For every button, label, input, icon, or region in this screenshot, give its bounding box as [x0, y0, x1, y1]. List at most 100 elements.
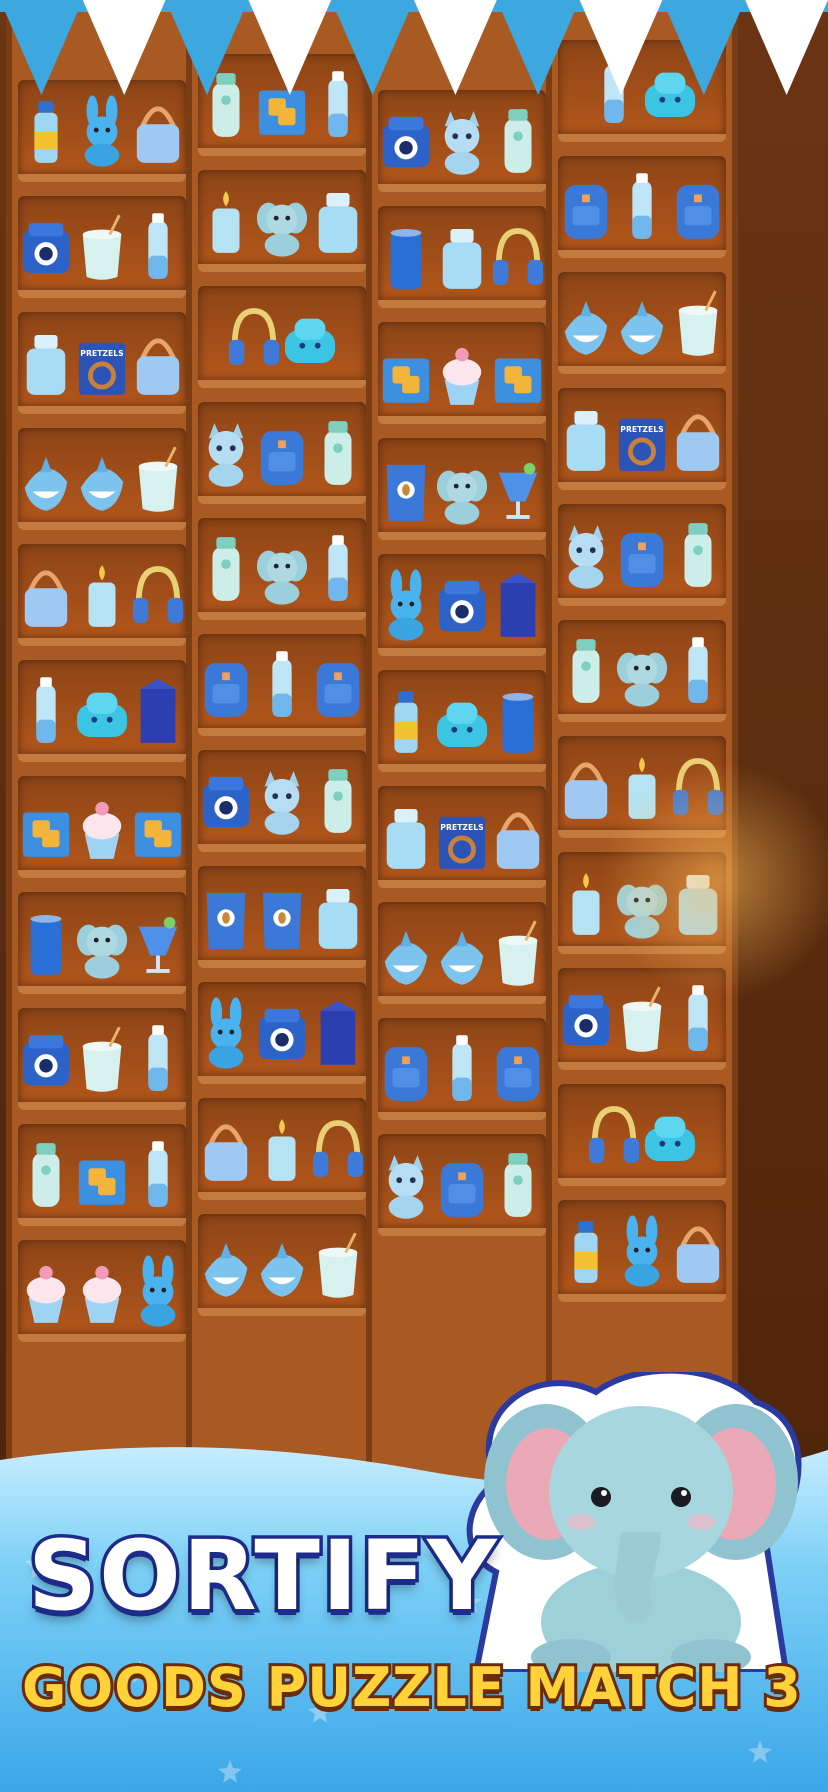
shelf-slot[interactable]: [378, 1134, 546, 1236]
shelf-slot[interactable]: [198, 866, 366, 968]
shelf-slot[interactable]: [378, 902, 546, 1004]
drink-glass-icon[interactable]: [491, 452, 545, 526]
shelf-slot[interactable]: [198, 402, 366, 504]
candle-icon[interactable]: [75, 558, 129, 632]
headphones-icon[interactable]: [311, 1112, 365, 1186]
water-bottle-icon[interactable]: [671, 634, 725, 708]
shelf-slot[interactable]: [18, 1240, 186, 1342]
shelf-slot[interactable]: [558, 272, 726, 374]
water-bottle-icon[interactable]: [615, 170, 669, 244]
shelf-slot[interactable]: [18, 1124, 186, 1226]
water-bottle-icon[interactable]: [131, 1022, 185, 1096]
shelf-slot[interactable]: [198, 1098, 366, 1200]
shelf-slot[interactable]: [18, 1008, 186, 1110]
bottle-icon[interactable]: [379, 684, 433, 758]
milk-icon[interactable]: [75, 1022, 129, 1096]
cat-icon[interactable]: [255, 764, 309, 838]
shelf-slot[interactable]: PRETZELS: [18, 312, 186, 414]
shark-icon[interactable]: [75, 442, 129, 516]
milk-icon[interactable]: [131, 442, 185, 516]
water-bottle-icon[interactable]: [255, 648, 309, 722]
shelf-slot[interactable]: [18, 544, 186, 646]
elephant-icon[interactable]: [435, 452, 489, 526]
jar-icon[interactable]: [311, 184, 365, 258]
shelf-slot[interactable]: [198, 750, 366, 852]
headphones-icon[interactable]: [227, 300, 281, 374]
carton-icon[interactable]: [311, 996, 365, 1070]
thermos-icon[interactable]: [559, 634, 613, 708]
shelf-slot[interactable]: [558, 156, 726, 258]
shark-icon[interactable]: [199, 1228, 253, 1302]
headphones-icon[interactable]: [131, 558, 185, 632]
milk-icon[interactable]: [615, 982, 669, 1056]
pretzels-icon[interactable]: PRETZELS: [435, 800, 489, 874]
jar-icon[interactable]: [379, 800, 433, 874]
shelf-slot[interactable]: PRETZELS: [558, 388, 726, 490]
camera-icon[interactable]: [19, 210, 73, 284]
shark-icon[interactable]: [19, 442, 73, 516]
camera-icon[interactable]: [255, 996, 309, 1070]
crackers-icon[interactable]: [75, 1138, 129, 1212]
shelf-slot[interactable]: [558, 504, 726, 606]
water-bottle-icon[interactable]: [311, 532, 365, 606]
shelf-slot[interactable]: [18, 196, 186, 298]
camera-icon[interactable]: [559, 982, 613, 1056]
camera-icon[interactable]: [199, 764, 253, 838]
can-icon[interactable]: [19, 906, 73, 980]
coffee-bag-icon[interactable]: [379, 452, 433, 526]
handbag-icon[interactable]: [19, 558, 73, 632]
camera-icon[interactable]: [19, 1022, 73, 1096]
shark-icon[interactable]: [615, 286, 669, 360]
jar-icon[interactable]: [435, 220, 489, 294]
elephant-icon[interactable]: [255, 184, 309, 258]
jar-icon[interactable]: [559, 402, 613, 476]
shelf-slot[interactable]: [198, 286, 366, 388]
candle-icon[interactable]: [199, 184, 253, 258]
water-bottle-icon[interactable]: [19, 674, 73, 748]
handbag-icon[interactable]: [671, 402, 725, 476]
backpack-icon[interactable]: [199, 648, 253, 722]
shelf-slot[interactable]: [378, 322, 546, 424]
shelf-slot[interactable]: [198, 982, 366, 1084]
shelf-slot[interactable]: [18, 428, 186, 530]
shelf-slot[interactable]: PRETZELS: [378, 786, 546, 888]
camera-icon[interactable]: [435, 568, 489, 642]
car-icon[interactable]: [643, 1098, 697, 1172]
handbag-icon[interactable]: [491, 800, 545, 874]
elephant-icon[interactable]: [255, 532, 309, 606]
bunny-icon[interactable]: [199, 996, 253, 1070]
backpack-icon[interactable]: [559, 170, 613, 244]
backpack-icon[interactable]: [491, 1032, 545, 1106]
ice-cream-icon[interactable]: [75, 790, 129, 864]
bunny-icon[interactable]: [75, 94, 129, 168]
jar-icon[interactable]: [311, 880, 365, 954]
thermos-icon[interactable]: [19, 1138, 73, 1212]
car-icon[interactable]: [435, 684, 489, 758]
bunny-icon[interactable]: [615, 1214, 669, 1288]
handbag-icon[interactable]: [131, 94, 185, 168]
pretzels-icon[interactable]: PRETZELS: [615, 402, 669, 476]
shelf-slot[interactable]: [558, 1084, 726, 1186]
elephant-icon[interactable]: [615, 634, 669, 708]
shelf-slot[interactable]: [198, 518, 366, 620]
crackers-icon[interactable]: [131, 790, 185, 864]
milk-icon[interactable]: [491, 916, 545, 990]
coffee-bag-icon[interactable]: [199, 880, 253, 954]
shelf-slot[interactable]: [378, 1018, 546, 1120]
handbag-icon[interactable]: [559, 750, 613, 824]
thermos-icon[interactable]: [311, 764, 365, 838]
carton-icon[interactable]: [131, 674, 185, 748]
backpack-icon[interactable]: [435, 1148, 489, 1222]
ice-cream-icon[interactable]: [19, 1254, 73, 1328]
shark-icon[interactable]: [379, 916, 433, 990]
candle-icon[interactable]: [255, 1112, 309, 1186]
milk-icon[interactable]: [75, 210, 129, 284]
shelf-slot[interactable]: [198, 170, 366, 272]
water-bottle-icon[interactable]: [435, 1032, 489, 1106]
shark-icon[interactable]: [255, 1228, 309, 1302]
handbag-icon[interactable]: [671, 1214, 725, 1288]
backpack-icon[interactable]: [615, 518, 669, 592]
ice-cream-icon[interactable]: [435, 336, 489, 410]
bunny-icon[interactable]: [379, 568, 433, 642]
bunny-icon[interactable]: [131, 1254, 185, 1328]
